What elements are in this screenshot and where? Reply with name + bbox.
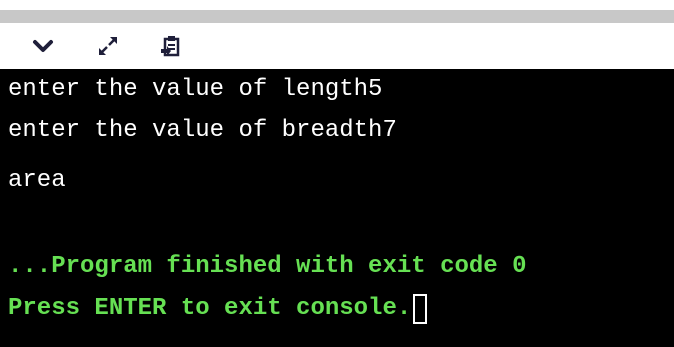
copy-button[interactable] [156,31,186,61]
expand-icon [96,34,120,58]
window-top-strip [0,10,674,23]
press-enter-text: Press ENTER to exit console. [8,295,412,322]
console-line: area [8,167,66,194]
exit-status-line: ...Program finished with exit code 0 [8,253,527,280]
clipboard-icon [160,34,182,58]
console-line: enter the value of breadth7 [8,117,397,144]
console-line: enter the value of length5 [8,76,383,103]
chevron-down-icon [32,38,54,54]
press-enter-line: Press ENTER to exit console. [8,294,428,324]
text-cursor [413,294,428,324]
console-toolbar [0,23,674,69]
expand-button[interactable] [93,31,123,61]
console-output[interactable]: enter the value of length5 enter the val… [0,69,674,347]
collapse-button[interactable] [28,31,58,61]
console-window: enter the value of length5 enter the val… [0,0,674,347]
